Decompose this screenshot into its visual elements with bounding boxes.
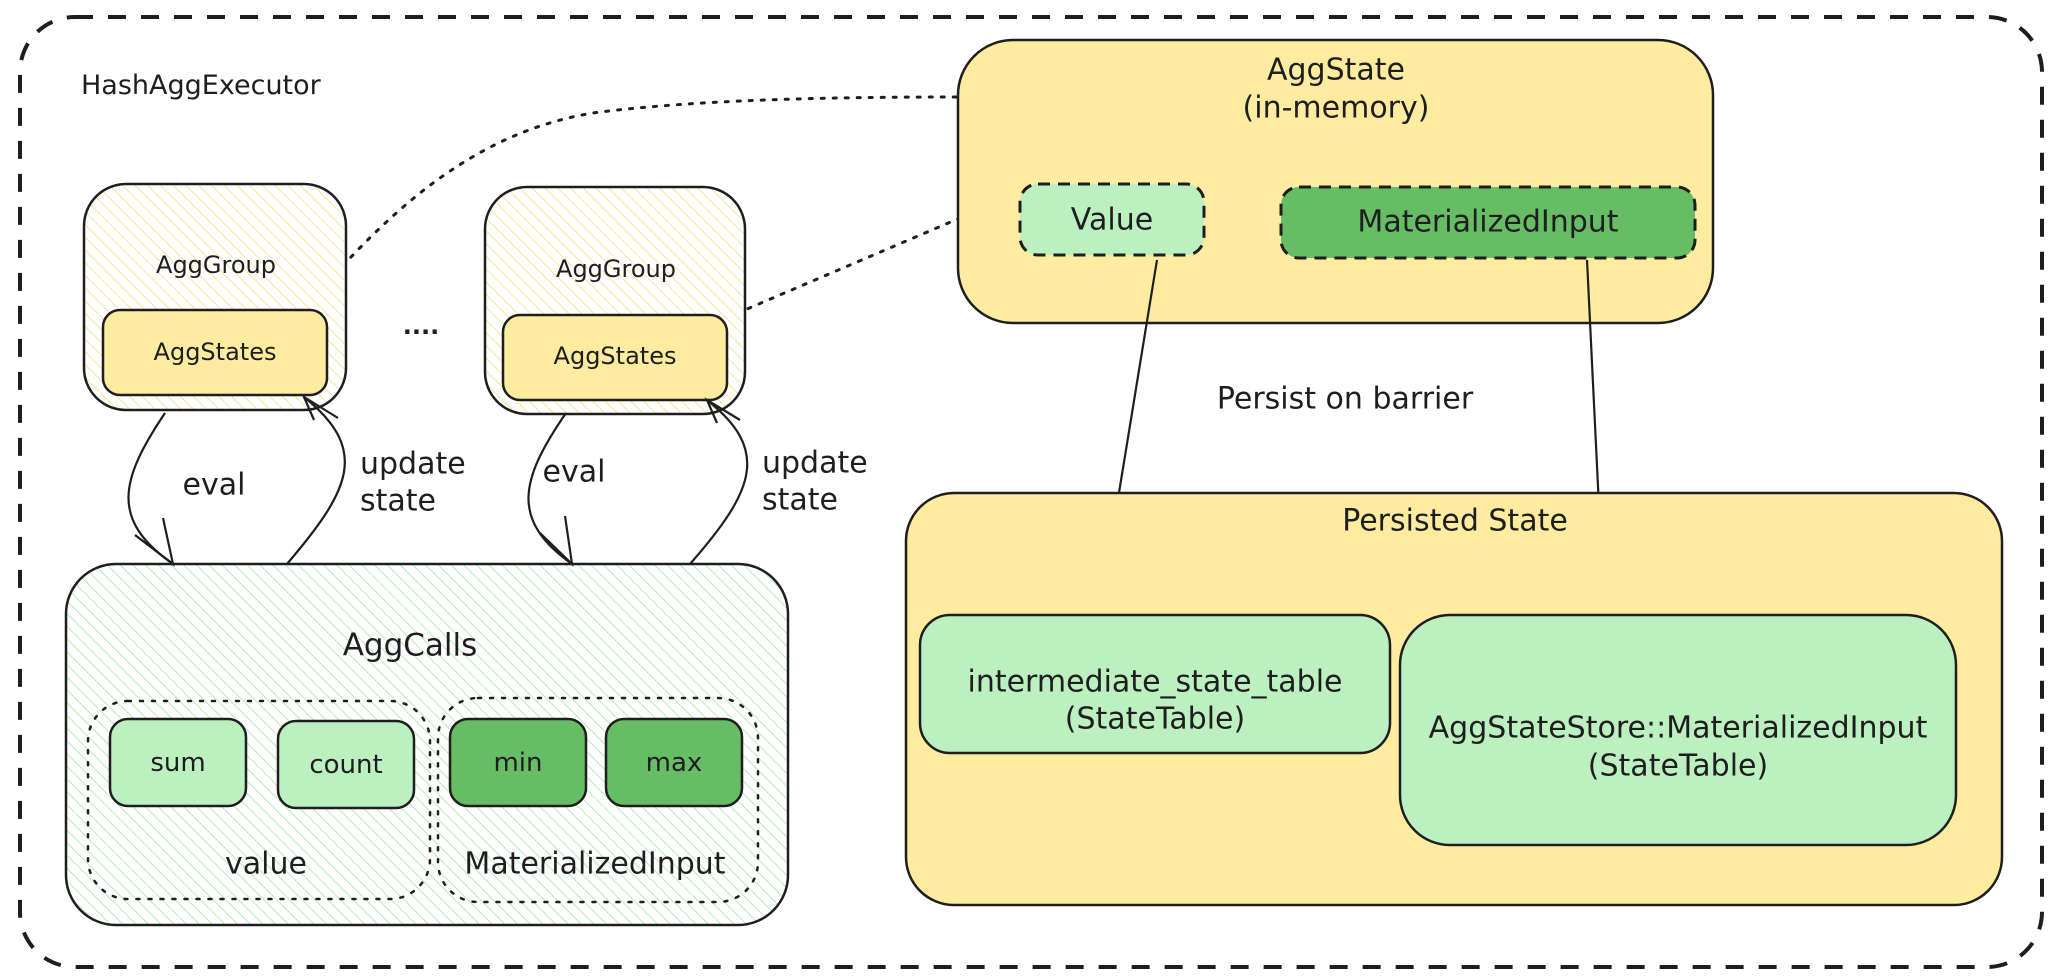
value-group-label: value (225, 846, 307, 882)
eval-label-1: eval (182, 467, 246, 503)
eval-arrow-1 (127, 412, 174, 565)
agg-group-1-label: AggGroup (156, 251, 276, 279)
call-max-label: max (645, 747, 703, 778)
update-arrow-2 (689, 399, 749, 565)
call-sum-label: sum (150, 747, 206, 778)
intermediate-state-table-label: intermediate_state_table (967, 664, 1343, 700)
agg-calls-title: AggCalls (342, 627, 478, 664)
intermediate-state-table-type: (StateTable) (1064, 701, 1246, 737)
agg-state-subtitle: (in-memory) (1242, 90, 1430, 126)
eval-label-2: eval (542, 454, 606, 490)
executor-title: HashAggExecutor (81, 70, 321, 102)
diagram-canvas (18, 15, 2044, 969)
agg-states-1-label: AggStates (153, 338, 277, 366)
agg-state-store-type: (StateTable) (1587, 748, 1769, 784)
persisted-state-title: Persisted State (1342, 503, 1568, 539)
agg-state-title: AggState (1266, 52, 1406, 88)
ellipsis: .... (402, 312, 440, 340)
connector-aggstates2-to-aggstate (724, 216, 962, 320)
update-label-2-line2: state (762, 482, 838, 518)
update-arrow-1 (286, 396, 346, 565)
agg-state-store-label: AggStateStore::MaterializedInput (1428, 710, 1928, 746)
agg-group-2-label: AggGroup (556, 255, 676, 283)
agg-state-value-label: Value (1070, 202, 1154, 238)
update-label-2-line1: update (762, 445, 868, 481)
eval-arrowhead-1 (134, 517, 175, 567)
agg-states-2-label: AggStates (553, 342, 677, 370)
persist-on-barrier-label: Persist on barrier (1216, 381, 1474, 417)
agg-state-materialized-label: MaterializedInput (1357, 204, 1619, 240)
materialized-group-label: MaterializedInput (464, 846, 726, 882)
call-count-label: count (309, 749, 383, 780)
update-label-1-line1: update (360, 446, 466, 482)
call-min-label: min (493, 747, 543, 778)
update-label-1-line2: state (360, 483, 436, 519)
